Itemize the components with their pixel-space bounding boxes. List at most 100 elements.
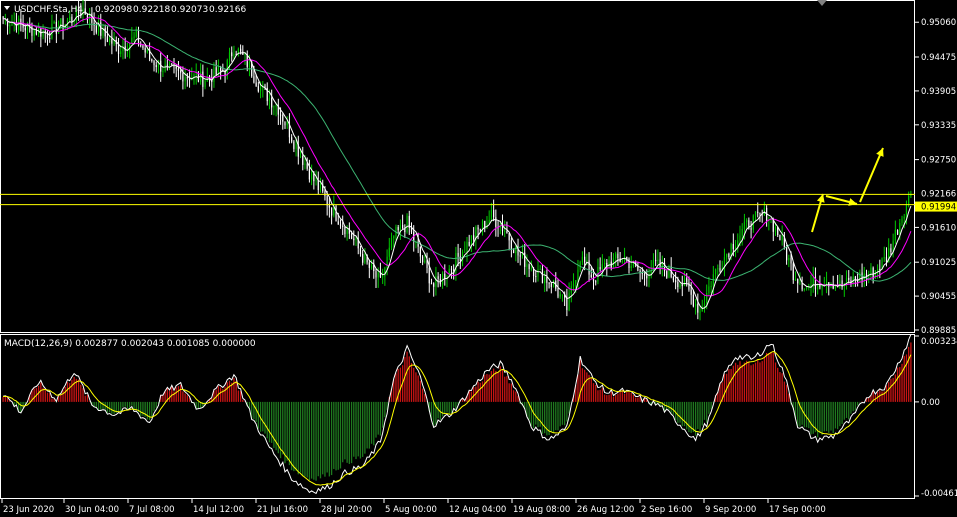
candle-body	[248, 61, 251, 67]
candle-body	[344, 226, 346, 235]
candle-body	[473, 235, 475, 240]
candle-body	[133, 36, 135, 38]
candle-body	[630, 266, 632, 269]
candle-body	[386, 256, 388, 268]
candle-body	[346, 228, 348, 235]
candle-body	[615, 253, 617, 259]
candle-body	[803, 288, 805, 290]
candle-body	[302, 156, 304, 165]
candle-body	[53, 21, 55, 24]
candle-body	[317, 180, 319, 191]
price-tick-label: 0.94475	[921, 53, 956, 63]
candle-body	[368, 262, 370, 268]
price-tick-label: 0.92750	[921, 156, 956, 166]
candle-body	[86, 14, 89, 21]
time-tick-label: 2 Sep 16:00	[641, 505, 692, 515]
candle-body	[111, 38, 113, 44]
candle-body	[575, 280, 577, 284]
candle-body	[437, 276, 439, 279]
candle-body	[708, 286, 710, 294]
candle-body	[9, 25, 11, 27]
candle-body	[757, 211, 759, 213]
candle-body	[790, 257, 792, 264]
candle-body	[719, 268, 721, 271]
candle-body	[144, 48, 146, 53]
candle-body	[539, 268, 541, 270]
trading-chart[interactable]: 0.95060 0.94475 0.93905 0.93335 0.92750 0.916…	[0, 0, 957, 517]
candle-body	[788, 257, 790, 261]
candle-body	[739, 235, 741, 241]
candle-body	[355, 238, 357, 241]
candle-body	[652, 260, 655, 271]
candle-body	[151, 59, 153, 61]
candle-body	[541, 268, 544, 284]
candle-body	[548, 282, 550, 284]
candle-body	[901, 218, 903, 224]
candle-body	[908, 195, 910, 205]
candle-body	[11, 22, 13, 26]
candle-body	[535, 276, 537, 278]
candle-body	[728, 253, 730, 258]
time-tick-label: 12 Aug 04:00	[449, 505, 506, 515]
candle-body	[779, 234, 781, 241]
chart-header: USDCHF.Sta,H4 0.92098 0.92218 0.92073 0.…	[4, 5, 246, 15]
candle-body	[359, 248, 362, 255]
candle-body	[253, 76, 255, 83]
candle-body	[202, 71, 204, 87]
candle-body	[273, 106, 275, 108]
candle-body	[746, 220, 748, 222]
candle-body	[228, 52, 231, 60]
candle-body	[557, 288, 559, 297]
candle-body	[406, 215, 408, 233]
time-tick-label: 21 Jul 16:00	[257, 505, 308, 515]
price-tick-label: 0.90455	[921, 292, 956, 302]
macd-tick-label: 0.003234	[921, 337, 957, 347]
candle-body	[876, 268, 879, 271]
candle-body	[353, 238, 355, 241]
candle-body	[311, 172, 313, 180]
candle-body	[419, 246, 421, 257]
candle-body	[734, 246, 737, 250]
candle-body	[397, 227, 399, 231]
candle-body	[299, 156, 302, 158]
price-tick-label: 0.91025	[921, 258, 956, 268]
candle-body	[519, 255, 521, 257]
candle-body	[231, 52, 233, 57]
candle-body	[142, 45, 144, 49]
candle-body	[896, 229, 899, 235]
candle-body	[328, 205, 330, 208]
candle-body	[490, 210, 493, 220]
candle-body	[71, 16, 73, 22]
time-tick-label: 23 Jun 2020	[3, 505, 54, 515]
candle-body	[286, 122, 288, 126]
candle-body	[257, 86, 259, 92]
candle-body	[304, 163, 306, 165]
candle-body	[137, 30, 140, 44]
time-tick-label: 19 Aug 08:00	[513, 505, 570, 515]
price-tick-label: 0.93905	[921, 87, 956, 97]
candle-body	[568, 292, 570, 311]
candle-body	[899, 223, 901, 235]
candle-body	[399, 224, 402, 231]
candle-body	[690, 289, 692, 295]
candle-body	[588, 260, 590, 275]
macd-tick-label: 0.00	[921, 398, 940, 408]
candle-body	[255, 82, 257, 87]
candle-body	[180, 70, 182, 73]
time-tick-label: 9 Sep 20:00	[705, 505, 756, 515]
candle-body	[759, 212, 761, 214]
candle-body	[812, 277, 814, 285]
candle-body	[186, 77, 188, 79]
candle-body	[799, 282, 801, 284]
candle-body	[763, 208, 766, 215]
candle-body	[215, 67, 217, 75]
candle-body	[641, 272, 643, 274]
candle-body	[450, 268, 453, 270]
candle-body	[131, 37, 133, 44]
candle-body	[24, 27, 26, 31]
svg-text:0.92166: 0.92166	[921, 189, 956, 199]
candle-body	[504, 230, 506, 232]
candle-body	[655, 260, 657, 262]
candle-body	[694, 303, 697, 307]
candle-body	[388, 247, 390, 257]
